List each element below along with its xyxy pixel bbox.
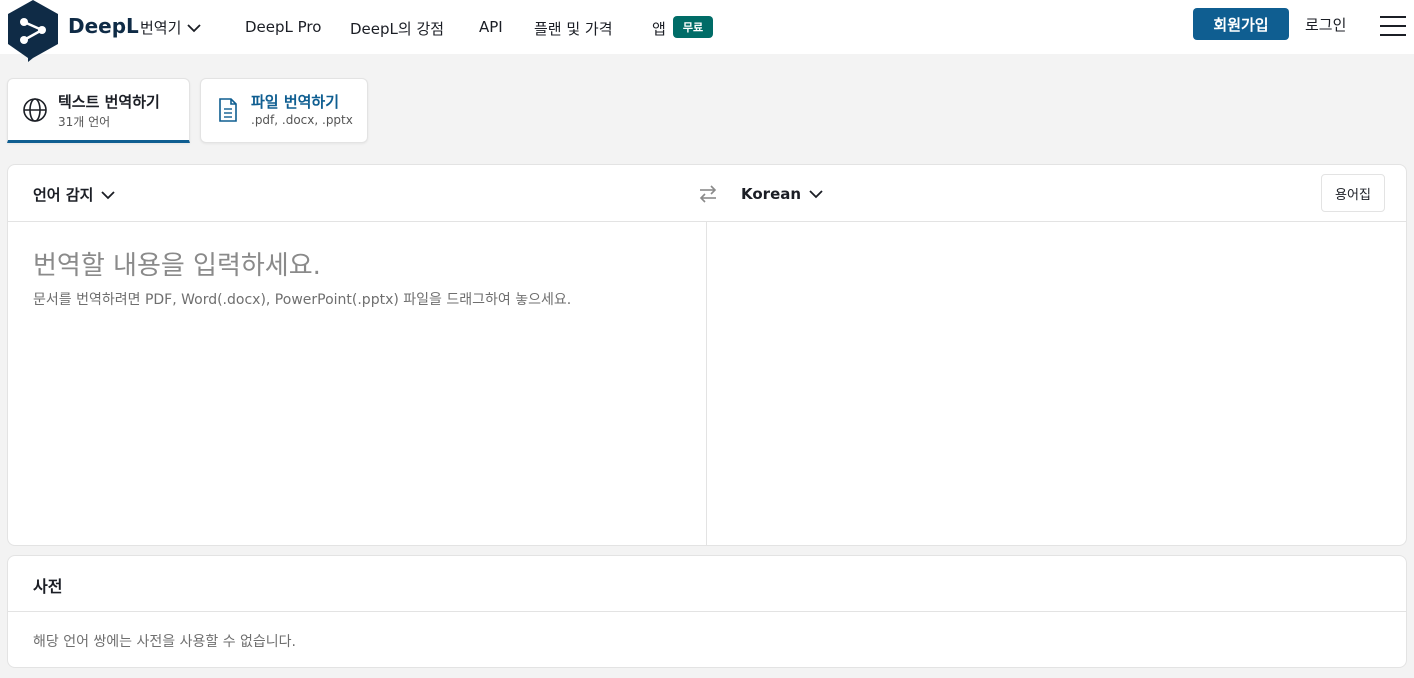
deepl-logo-icon[interactable] <box>6 0 60 62</box>
translator-panel: 언어 감지 Korean 용어집 번역할 내용을 입력하세요. 문서를 번역하려… <box>7 164 1407 546</box>
document-icon <box>219 98 237 122</box>
source-placeholder: 번역할 내용을 입력하세요. <box>33 251 321 281</box>
dictionary-title: 사전 <box>33 577 63 596</box>
tab-subtitle: 31개 언어 <box>58 115 111 129</box>
chevron-down-icon <box>187 23 202 32</box>
login-link[interactable]: 로그인 <box>1305 14 1346 35</box>
tab-title: 파일 번역하기 <box>251 93 340 111</box>
nav-apps[interactable]: 앱 <box>652 18 666 39</box>
tab-subtitle: .pdf, .docx, .pptx <box>251 113 353 127</box>
dictionary-panel: 사전 해당 언어 쌍에는 사전을 사용할 수 없습니다. <box>7 555 1407 668</box>
brand-name[interactable]: DeepL <box>68 14 139 38</box>
nav-deepl-pro[interactable]: DeepL Pro <box>245 18 321 36</box>
chevron-down-icon <box>101 190 116 199</box>
nav-api[interactable]: API <box>479 18 503 36</box>
product-menu[interactable]: 번역기 <box>140 17 202 38</box>
signup-button[interactable]: 회원가입 <box>1193 8 1289 40</box>
free-badge: 무료 <box>673 16 713 38</box>
hamburger-menu-icon[interactable] <box>1380 16 1406 36</box>
tab-title: 텍스트 번역하기 <box>58 93 160 111</box>
dictionary-divider <box>8 611 1406 612</box>
source-language-select[interactable]: 언어 감지 <box>33 184 116 205</box>
nav-why-deepl[interactable]: DeepL의 강점 <box>350 18 444 39</box>
language-bar: 언어 감지 Korean 용어집 <box>8 165 1406 222</box>
tab-translate-files[interactable]: 파일 번역하기 .pdf, .docx, .pptx <box>200 78 368 143</box>
file-drop-hint: 문서를 번역하려면 PDF, Word(.docx), PowerPoint(.… <box>33 292 572 308</box>
product-label: 번역기 <box>140 19 182 37</box>
target-language-label: Korean <box>741 185 802 203</box>
chevron-down-icon <box>809 190 823 199</box>
nav-plans-pricing[interactable]: 플랜 및 가격 <box>534 18 613 39</box>
panel-divider <box>706 222 707 546</box>
globe-icon <box>23 98 47 122</box>
tab-translate-text[interactable]: 텍스트 번역하기 31개 언어 <box>7 78 190 143</box>
dictionary-message: 해당 언어 쌍에는 사전을 사용할 수 없습니다. <box>33 634 296 650</box>
target-language-select[interactable]: Korean <box>741 185 823 203</box>
swap-languages-icon[interactable] <box>696 182 720 206</box>
glossary-button[interactable]: 용어집 <box>1321 174 1385 212</box>
source-language-label: 언어 감지 <box>33 186 94 204</box>
top-navigation: DeepL 번역기 DeepL Pro DeepL의 강점 API 플랜 및 가… <box>0 0 1414 62</box>
